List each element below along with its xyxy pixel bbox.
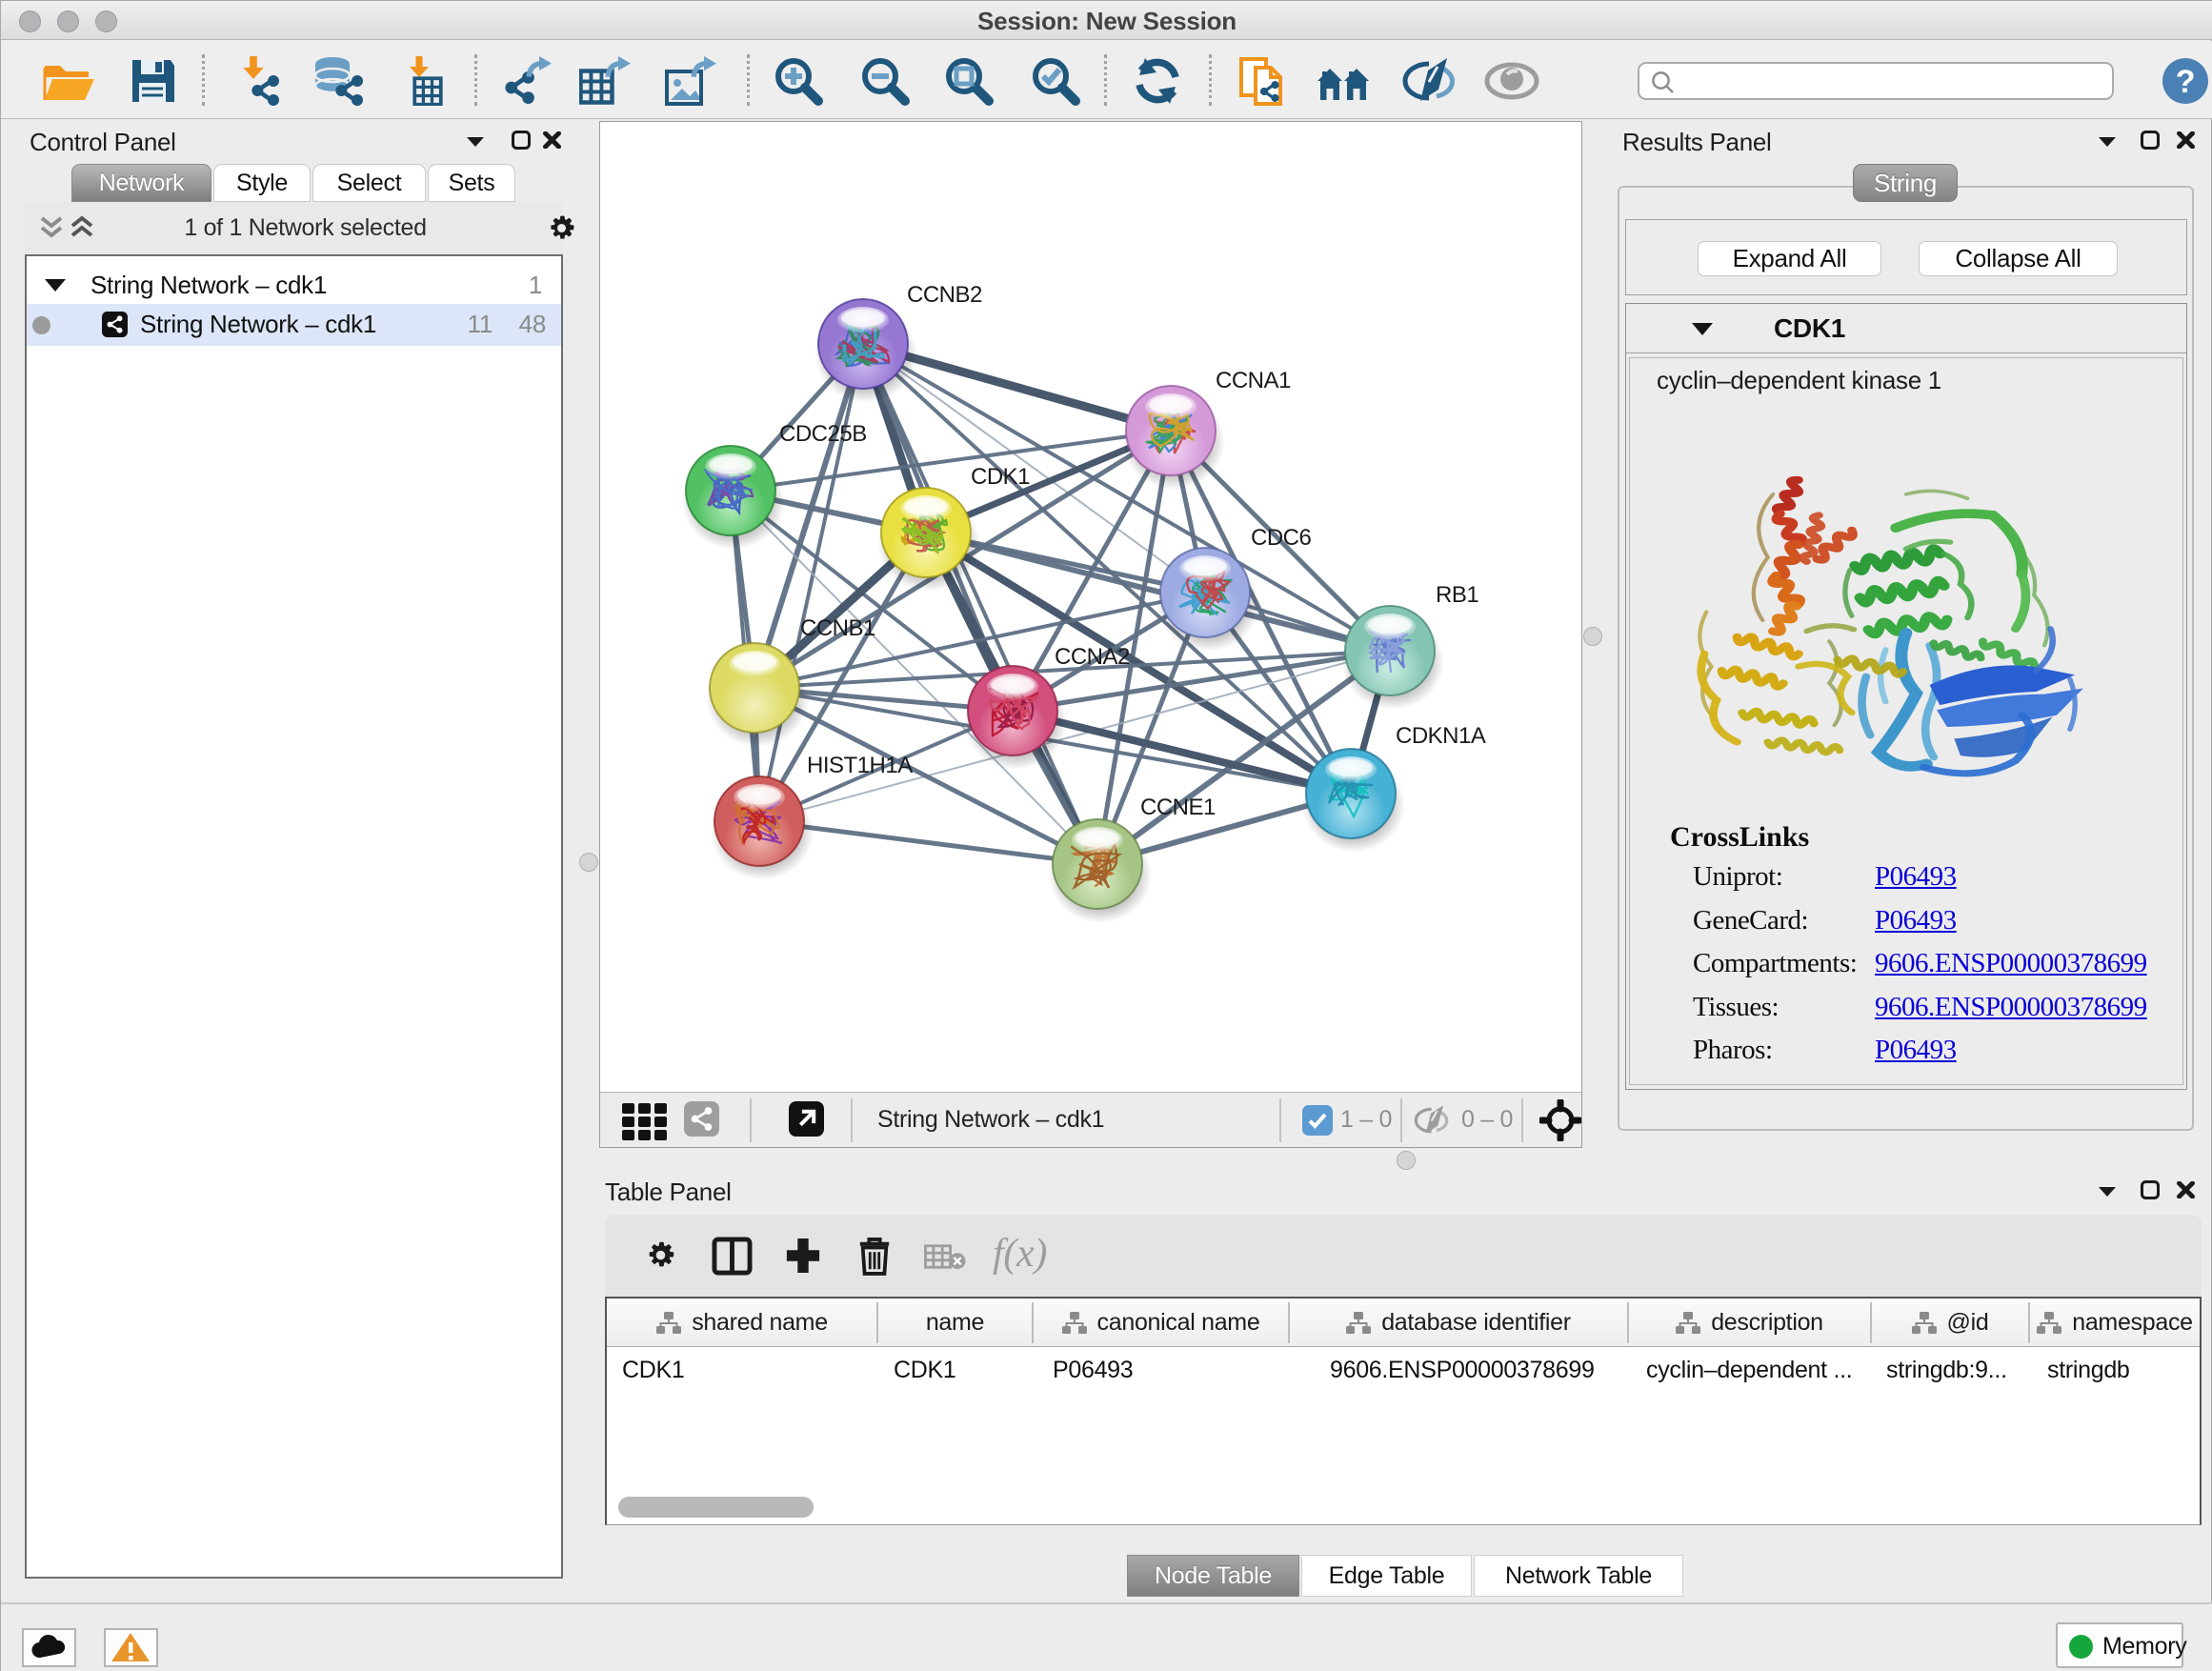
svg-text:CDK1: CDK1 — [971, 464, 1030, 490]
svg-text:CCNA1: CCNA1 — [1216, 368, 1291, 393]
svg-text:CDKN1A: CDKN1A — [1396, 723, 1486, 749]
svg-text:CCNB1: CCNB1 — [800, 615, 875, 641]
svg-text:CCNB2: CCNB2 — [907, 282, 982, 308]
svg-text:RB1: RB1 — [1436, 582, 1478, 608]
svg-text:CCNA2: CCNA2 — [1055, 644, 1130, 670]
svg-text:CDC25B: CDC25B — [779, 421, 867, 447]
svg-text:CCNE1: CCNE1 — [1140, 795, 1216, 820]
svg-text:CDC6: CDC6 — [1251, 525, 1311, 551]
svg-text:?: ? — [2176, 64, 2195, 100]
svg-text:HIST1H1A: HIST1H1A — [807, 753, 913, 778]
